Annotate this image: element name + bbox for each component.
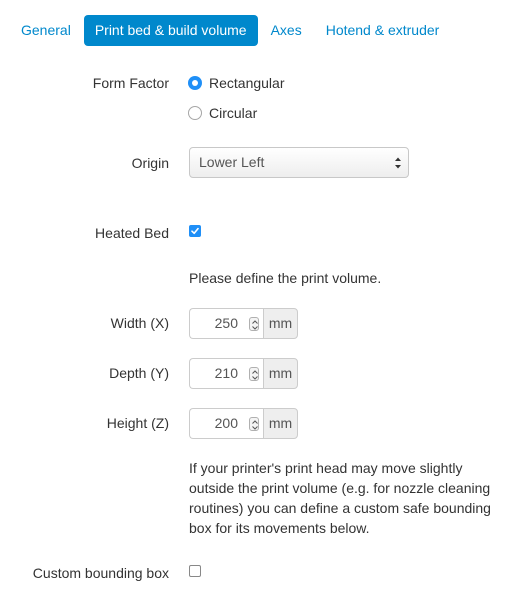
height-unit: mm (263, 408, 298, 439)
form-factor-circular-radio[interactable] (188, 106, 202, 120)
depth-value: 210 (214, 365, 238, 381)
height-input[interactable]: 200 (189, 408, 263, 439)
heated-bed-label: Heated Bed (95, 225, 169, 241)
height-spinner-icon[interactable] (249, 417, 259, 431)
tab-axes[interactable]: Axes (260, 15, 313, 46)
origin-label: Origin (131, 155, 169, 171)
width-label: Width (X) (110, 315, 169, 331)
depth-spinner-icon[interactable] (249, 367, 259, 381)
checkmark-icon (191, 227, 199, 235)
depth-input[interactable]: 210 (189, 358, 263, 389)
select-arrows-icon (394, 156, 402, 170)
custom-bounding-box-checkbox[interactable] (189, 565, 201, 577)
bounding-box-help: If your printer's print head may move sl… (189, 458, 491, 538)
width-unit: mm (263, 308, 298, 339)
tab-general[interactable]: General (10, 15, 82, 46)
form-factor-circular-label[interactable]: Circular (209, 105, 257, 121)
width-field: 250 mm (189, 308, 298, 339)
depth-label: Depth (Y) (109, 365, 169, 381)
custom-bounding-box-label: Custom bounding box (32, 565, 169, 581)
form-factor-rectangular-radio[interactable] (188, 76, 202, 90)
width-value: 250 (214, 315, 238, 331)
height-field: 200 mm (189, 408, 298, 439)
help-line: outside the print volume (e.g. for nozzl… (189, 480, 491, 496)
tab-hotend-extruder[interactable]: Hotend & extruder (315, 15, 451, 46)
depth-field: 210 mm (189, 358, 298, 389)
depth-unit: mm (263, 358, 298, 389)
origin-select-value: Lower Left (199, 154, 265, 170)
print-volume-hint: Please define the print volume. (189, 270, 382, 286)
width-spinner-icon[interactable] (249, 317, 259, 331)
settings-tabs: General Print bed & build volume Axes Ho… (10, 15, 450, 46)
heated-bed-checkbox[interactable] (189, 225, 201, 237)
help-line: routines) you can define a custom safe b… (189, 500, 491, 516)
height-value: 200 (214, 415, 238, 431)
origin-select[interactable]: Lower Left (189, 147, 409, 178)
height-label: Height (Z) (106, 415, 169, 431)
form-factor-rectangular-label[interactable]: Rectangular (209, 75, 285, 91)
help-line: If your printer's print head may move sl… (189, 460, 463, 476)
form-factor-label: Form Factor (92, 75, 169, 91)
tab-print-bed-build-volume[interactable]: Print bed & build volume (83, 15, 258, 46)
width-input[interactable]: 250 (189, 308, 263, 339)
help-line: box for its movements below. (189, 520, 370, 536)
